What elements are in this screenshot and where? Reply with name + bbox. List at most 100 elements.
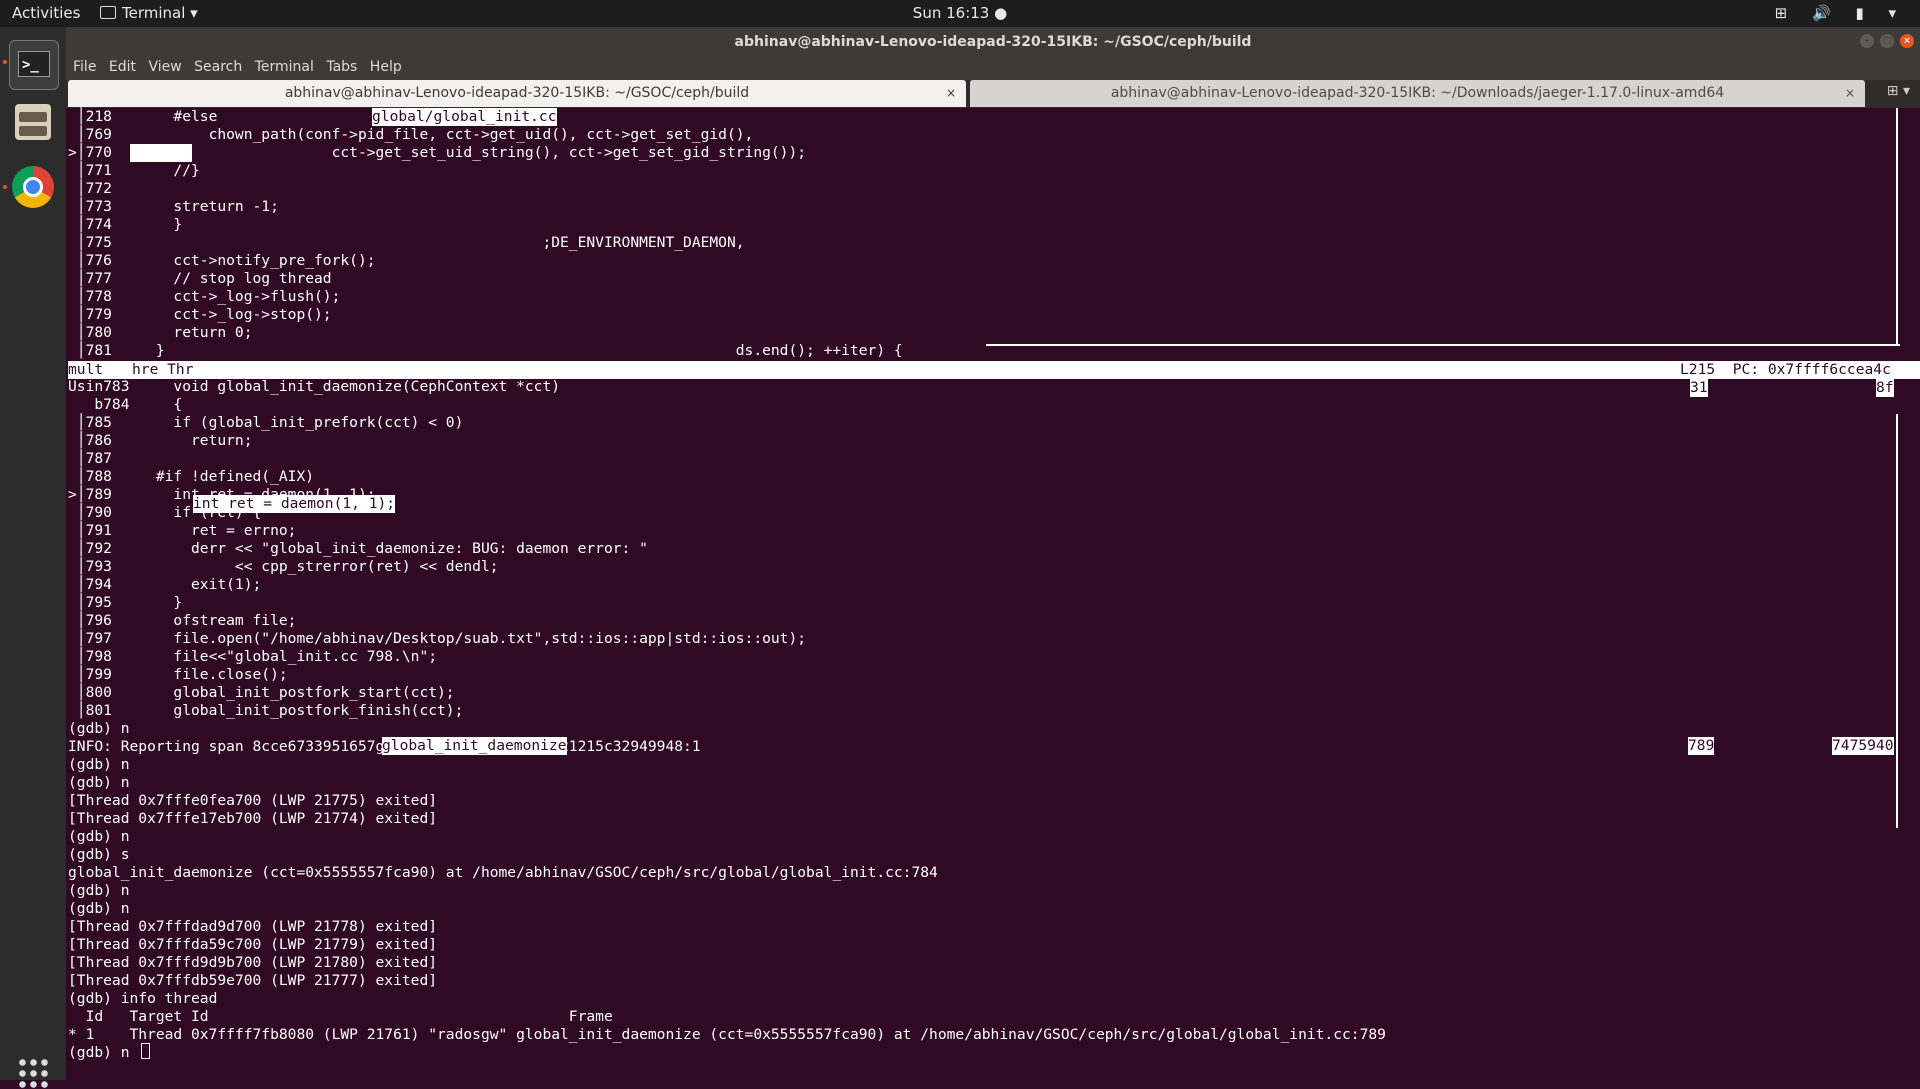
terminal-line: │793 << cpp_strerror(ret) << dendl;: [68, 558, 499, 575]
terminal-line: │776 cct->notify_pre_fork();: [68, 252, 376, 269]
close-icon[interactable]: ×: [1900, 34, 1914, 48]
terminal-line: │786 return;: [68, 432, 253, 449]
terminal-line: │771 //}: [68, 162, 200, 179]
dock-files[interactable]: [9, 98, 57, 146]
terminal-line: (gdb) n: [68, 828, 130, 845]
terminal-icon: >_: [18, 51, 50, 77]
terminal-line: (gdb) n: [68, 900, 130, 917]
terminal-line: [Thread 0x7fffdad9d700 (LWP 21778) exite…: [68, 918, 438, 935]
num-7475940: 7475940: [1832, 737, 1894, 755]
terminal-line: │801 global_init_postfork_finish(cct);: [68, 702, 464, 719]
close-icon[interactable]: ×: [1845, 80, 1855, 107]
tab-label: abhinav@abhinav-Lenovo-ideapad-320-15IKB…: [1110, 85, 1725, 101]
terminal-line: [Thread 0x7fffe0fea700 (LWP 21775) exite…: [68, 792, 438, 809]
activities-button[interactable]: Activities: [12, 4, 80, 22]
terminal-line: │774 }: [68, 216, 183, 233]
terminal-line: [Thread 0x7fffdb59e700 (LWP 21777) exite…: [68, 972, 438, 989]
terminal-line: │791 ret = errno;: [68, 522, 297, 539]
terminal-line: │775 ;DE_ENVIRONMENT_DAEMON,: [68, 234, 745, 251]
terminal-line: global_init_daemonize (cct=0x5555557fca9…: [68, 864, 938, 881]
status-pc: L215 PC: 0x7ffff6ccea4c: [1680, 361, 1891, 378]
highlighted-function: global_init_daemonize: [382, 737, 567, 755]
terminal-line: │773 streturn -1;: [68, 198, 279, 215]
chrome-icon: [12, 166, 54, 208]
source-file-name: global/global_init.cc: [372, 108, 557, 126]
new-tab-icon[interactable]: ⊞ ▾: [1887, 83, 1910, 99]
dock-terminal[interactable]: >_: [9, 40, 59, 90]
show-applications-icon[interactable]: [17, 1057, 49, 1089]
terminal-view[interactable]: │218 #else │769 chown_path(conf->pid_fil…: [66, 108, 1920, 1080]
menu-file[interactable]: File: [66, 57, 96, 75]
terminal-cursor: [141, 1043, 150, 1059]
terminal-line: [Thread 0x7fffd9d9b700 (LWP 21780) exite…: [68, 954, 438, 971]
terminal-line: │794 exit(1);: [68, 576, 262, 593]
terminal-line: Id Target Id Frame: [68, 1008, 613, 1025]
terminal-line: │778 cct->_log->flush();: [68, 288, 341, 305]
terminal-line: │780 return 0;: [68, 324, 253, 341]
terminal-line: Usin783 void global_init_daemonize(CephC…: [68, 378, 561, 395]
terminal-line: (gdb) s: [68, 846, 130, 863]
thread-fragment: hre Thr: [132, 361, 194, 378]
terminal-line: (gdb) n: [68, 774, 130, 791]
app-name: Terminal: [122, 4, 186, 22]
terminal-line: │218 #else: [68, 108, 218, 125]
terminal-line: │792 derr << "global_init_daemonize: BUG…: [68, 540, 648, 557]
terminal-line: (gdb) n: [68, 882, 130, 899]
tab-bar: abhinav@abhinav-Lenovo-ideapad-320-15IKB…: [66, 80, 1920, 108]
system-tray[interactable]: ⊞ 🔊 ▮ ▾: [1775, 4, 1906, 22]
close-icon[interactable]: ×: [946, 80, 956, 107]
menu-bar: File Edit View Search Terminal Tabs Help: [66, 57, 1920, 80]
terminal-line: │795 }: [68, 594, 183, 611]
terminal-line: │779 cct->_log->stop();: [68, 306, 332, 323]
status-bar: [68, 361, 1920, 379]
tab-label: abhinav@abhinav-Lenovo-ideapad-320-15IKB…: [284, 85, 750, 101]
terminal-line: │787: [68, 450, 112, 467]
dock: >_: [0, 27, 66, 1089]
top-bar: Activities Terminal ▾ Sun 16:13 ● ⊞ 🔊 ▮ …: [0, 0, 1920, 27]
menu-edit[interactable]: Edit: [102, 57, 136, 75]
terminal-line: (gdb) info thread: [68, 990, 218, 1007]
running-indicator: [3, 60, 7, 64]
terminal-line: b784 {: [68, 396, 183, 413]
menu-view[interactable]: View: [141, 57, 181, 75]
current-line-highlight: int ret = daemon(1, 1);: [193, 495, 396, 513]
menu-help[interactable]: Help: [363, 57, 402, 75]
num-8f: 8f: [1876, 379, 1894, 397]
window-title: abhinav@abhinav-Lenovo-ideapad-320-15IKB…: [734, 34, 1252, 50]
terminal-line: │788 #if !defined(_AIX): [68, 468, 315, 485]
file-cabinet-icon: [15, 104, 51, 140]
terminal-line: │772: [68, 180, 112, 197]
dock-chrome[interactable]: [9, 163, 57, 211]
terminal-line: │785 if (global_init_prefork(cct) < 0): [68, 414, 464, 431]
terminal-line: │769 chown_path(conf->pid_file, cct->get…: [68, 126, 754, 143]
app-menu[interactable]: Terminal ▾: [100, 4, 198, 22]
menu-tabs[interactable]: Tabs: [319, 57, 357, 75]
menu-terminal[interactable]: Terminal: [248, 57, 314, 75]
tab-ceph-build[interactable]: abhinav@abhinav-Lenovo-ideapad-320-15IKB…: [68, 80, 966, 107]
num-789: 789: [1688, 737, 1715, 755]
terminal-line: │797 file.open("/home/abhinav/Desktop/su…: [68, 630, 807, 647]
tui-border: [1896, 108, 1898, 346]
terminal-line: (gdb) n: [68, 756, 130, 773]
terminal-line: │777 // stop log thread: [68, 270, 332, 287]
terminal-line: │796 ofstream file;: [68, 612, 297, 629]
tui-border: [1896, 414, 1898, 828]
tui-border: [986, 344, 1900, 346]
maximize-icon[interactable]: □: [1880, 34, 1894, 48]
minimize-icon[interactable]: –: [1860, 34, 1874, 48]
breakpoint-highlight: [130, 144, 192, 162]
clock[interactable]: Sun 16:13 ●: [913, 4, 1007, 22]
status-prefix: mult: [68, 361, 104, 378]
menu-search[interactable]: Search: [187, 57, 242, 75]
num-31: 31: [1690, 379, 1708, 397]
window-titlebar[interactable]: abhinav@abhinav-Lenovo-ideapad-320-15IKB…: [66, 27, 1920, 57]
running-indicator: [3, 185, 7, 189]
terminal-line: [Thread 0x7fffda59c700 (LWP 21779) exite…: [68, 936, 438, 953]
terminal-line: │800 global_init_postfork_start(cct);: [68, 684, 455, 701]
terminal-line: │798 file<<"global_init.cc 798.\n";: [68, 648, 438, 665]
terminal-line: (gdb) n: [68, 1044, 130, 1061]
tab-jaeger[interactable]: abhinav@abhinav-Lenovo-ideapad-320-15IKB…: [970, 80, 1865, 107]
terminal-line: * 1 Thread 0x7ffff7fb8080 (LWP 21761) "r…: [68, 1026, 1386, 1043]
terminal-line: [Thread 0x7fffe17eb700 (LWP 21774) exite…: [68, 810, 438, 827]
terminal-line: (gdb) n: [68, 720, 130, 737]
